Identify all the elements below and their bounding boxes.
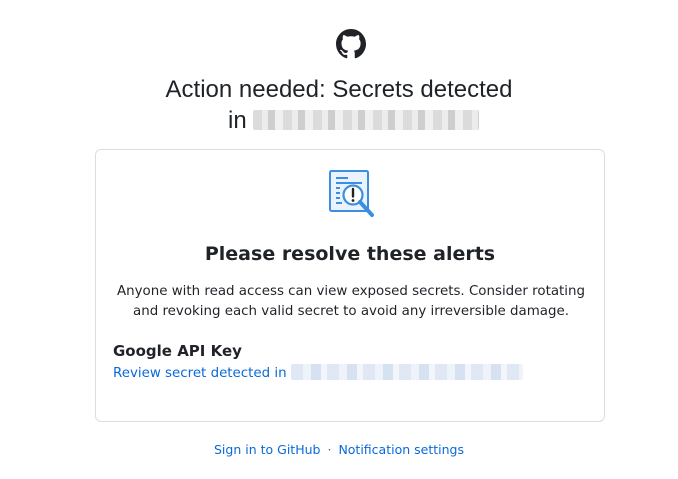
review-secret-link-text: Review secret detected in (113, 366, 287, 381)
document-magnifier-alert-icon (329, 170, 374, 217)
heading-line-2: in (0, 105, 678, 136)
secret-type-label: Google API Key (113, 342, 242, 360)
redacted-repository-name (252, 109, 479, 130)
card-title: Please resolve these alerts (204, 243, 496, 265)
heading-in-label: in (228, 107, 247, 134)
alerts-card: Please resolve these alerts Anyone with … (95, 149, 605, 422)
sign-in-link[interactable]: Sign in to GitHub (214, 442, 320, 457)
redacted-secret-location (290, 363, 523, 380)
card-description: Anyone with read access can view exposed… (116, 284, 585, 319)
heading-line-1: Action needed: Secrets detected (165, 76, 513, 103)
footer-separator: · (327, 442, 332, 457)
notification-settings-link[interactable]: Notification settings (338, 442, 464, 457)
email-page: Action needed: Secrets detected in Pleas… (0, 0, 678, 479)
review-secret-link[interactable]: Review secret detected in (113, 363, 523, 384)
page-heading: Action needed: Secrets detected in (0, 74, 678, 136)
github-logo-icon (336, 29, 366, 59)
footer: Sign in to GitHub · Notification settings (0, 441, 678, 459)
